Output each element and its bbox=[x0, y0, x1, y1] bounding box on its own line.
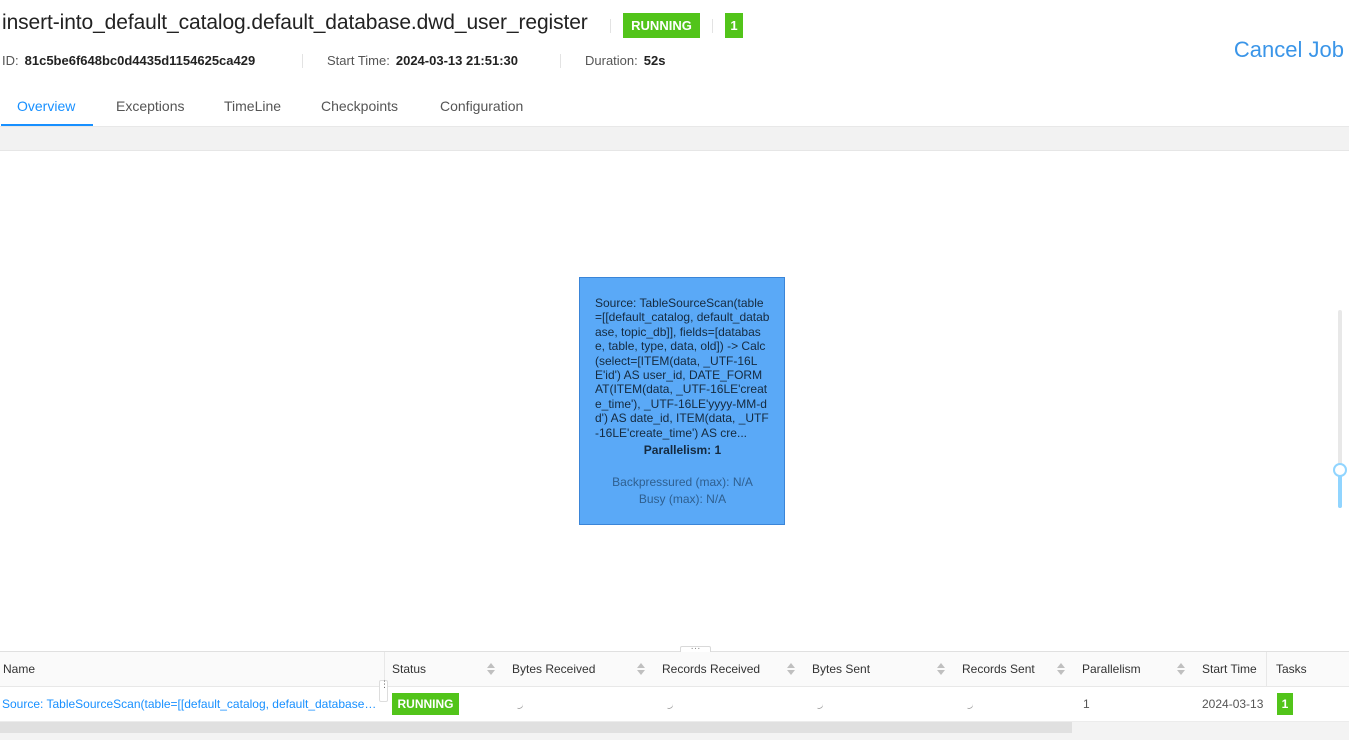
meta-divider bbox=[560, 54, 561, 68]
th-bytes-sent[interactable]: Bytes Sent bbox=[812, 662, 870, 676]
vertex-name-link[interactable]: Source: TableSourceScan(table=[[default_… bbox=[2, 697, 377, 711]
start-time-label: Start Time: bbox=[327, 53, 390, 68]
loading-icon bbox=[663, 699, 675, 711]
tab-configuration[interactable]: Configuration bbox=[440, 98, 523, 114]
sort-icon[interactable] bbox=[787, 663, 795, 677]
vertex-table-header: Name Status Bytes Received Records Recei… bbox=[0, 652, 1349, 687]
tab-exceptions[interactable]: Exceptions bbox=[116, 98, 184, 114]
th-parallelism[interactable]: Parallelism bbox=[1082, 662, 1141, 676]
sort-icon[interactable] bbox=[487, 663, 495, 677]
sort-icon[interactable] bbox=[1177, 663, 1185, 677]
vertex-task-badge: 1 bbox=[1277, 693, 1293, 715]
vertex-start-time: 2024-03-13 bbox=[1202, 697, 1264, 711]
loading-icon bbox=[963, 699, 975, 711]
task-count-badge: 1 bbox=[725, 13, 743, 38]
job-id-value: 81c5be6f648bc0d4435d1154625ca429 bbox=[24, 53, 256, 68]
zoom-slider-handle[interactable] bbox=[1333, 463, 1347, 477]
column-resize-grip[interactable]: ⋮ bbox=[379, 680, 389, 702]
cancel-job-button[interactable]: Cancel Job bbox=[1234, 37, 1344, 63]
column-divider bbox=[1266, 652, 1267, 687]
job-tabs: Overview Exceptions TimeLine Checkpoints… bbox=[0, 90, 1349, 127]
node-busy: Busy (max): N/A bbox=[638, 492, 727, 507]
job-graph-node[interactable]: Source: TableSourceScan(table=[[default_… bbox=[579, 277, 785, 525]
node-backpressured: Backpressured (max): N/A bbox=[612, 475, 753, 490]
th-records-sent[interactable]: Records Sent bbox=[962, 662, 1035, 676]
sort-icon[interactable] bbox=[937, 663, 945, 677]
th-name[interactable]: Name bbox=[3, 662, 35, 676]
node-description: Source: TableSourceScan(table=[[default_… bbox=[595, 296, 770, 440]
tab-timeline[interactable]: TimeLine bbox=[224, 98, 281, 114]
toolbar-band bbox=[0, 127, 1349, 151]
vertex-parallelism: 1 bbox=[1083, 697, 1090, 711]
job-header: insert-into_default_catalog.default_data… bbox=[0, 0, 1349, 127]
vertex-status-badge: RUNNING bbox=[392, 693, 459, 715]
th-tasks[interactable]: Tasks bbox=[1276, 662, 1307, 676]
job-start-time: Start Time: 2024-03-13 21:51:30 bbox=[327, 53, 518, 68]
meta-divider bbox=[302, 54, 303, 68]
th-start-time[interactable]: Start Time bbox=[1202, 662, 1257, 676]
job-status-badge: RUNNING bbox=[623, 13, 700, 38]
node-parallelism: Parallelism: 1 bbox=[643, 443, 722, 458]
duration-label: Duration: bbox=[585, 53, 638, 68]
th-records-received[interactable]: Records Received bbox=[662, 662, 760, 676]
th-bytes-received[interactable]: Bytes Received bbox=[512, 662, 595, 676]
loading-icon bbox=[813, 699, 825, 711]
node-metrics: Backpressured (max): N/A Busy (max): N/A bbox=[595, 474, 770, 508]
horizontal-scrollbar-thumb[interactable] bbox=[0, 722, 1072, 733]
job-duration: Duration: 52s bbox=[585, 53, 665, 68]
sort-icon[interactable] bbox=[637, 663, 645, 677]
active-tab-indicator bbox=[1, 124, 93, 126]
title-divider bbox=[610, 19, 611, 33]
job-id-label: ID: bbox=[2, 53, 19, 68]
job-title: insert-into_default_catalog.default_data… bbox=[2, 11, 588, 34]
tab-checkpoints[interactable]: Checkpoints bbox=[321, 98, 398, 114]
tab-overview[interactable]: Overview bbox=[17, 98, 75, 114]
duration-value: 52s bbox=[643, 53, 666, 68]
job-id: ID: 81c5be6f648bc0d4435d1154625ca429 bbox=[2, 53, 255, 68]
status-divider bbox=[712, 19, 713, 33]
sort-icon[interactable] bbox=[1057, 663, 1065, 677]
loading-icon bbox=[513, 699, 525, 711]
th-status[interactable]: Status bbox=[392, 662, 426, 676]
start-time-value: 2024-03-13 21:51:30 bbox=[395, 53, 519, 68]
table-row[interactable]: Source: TableSourceScan(table=[[default_… bbox=[0, 687, 1349, 722]
